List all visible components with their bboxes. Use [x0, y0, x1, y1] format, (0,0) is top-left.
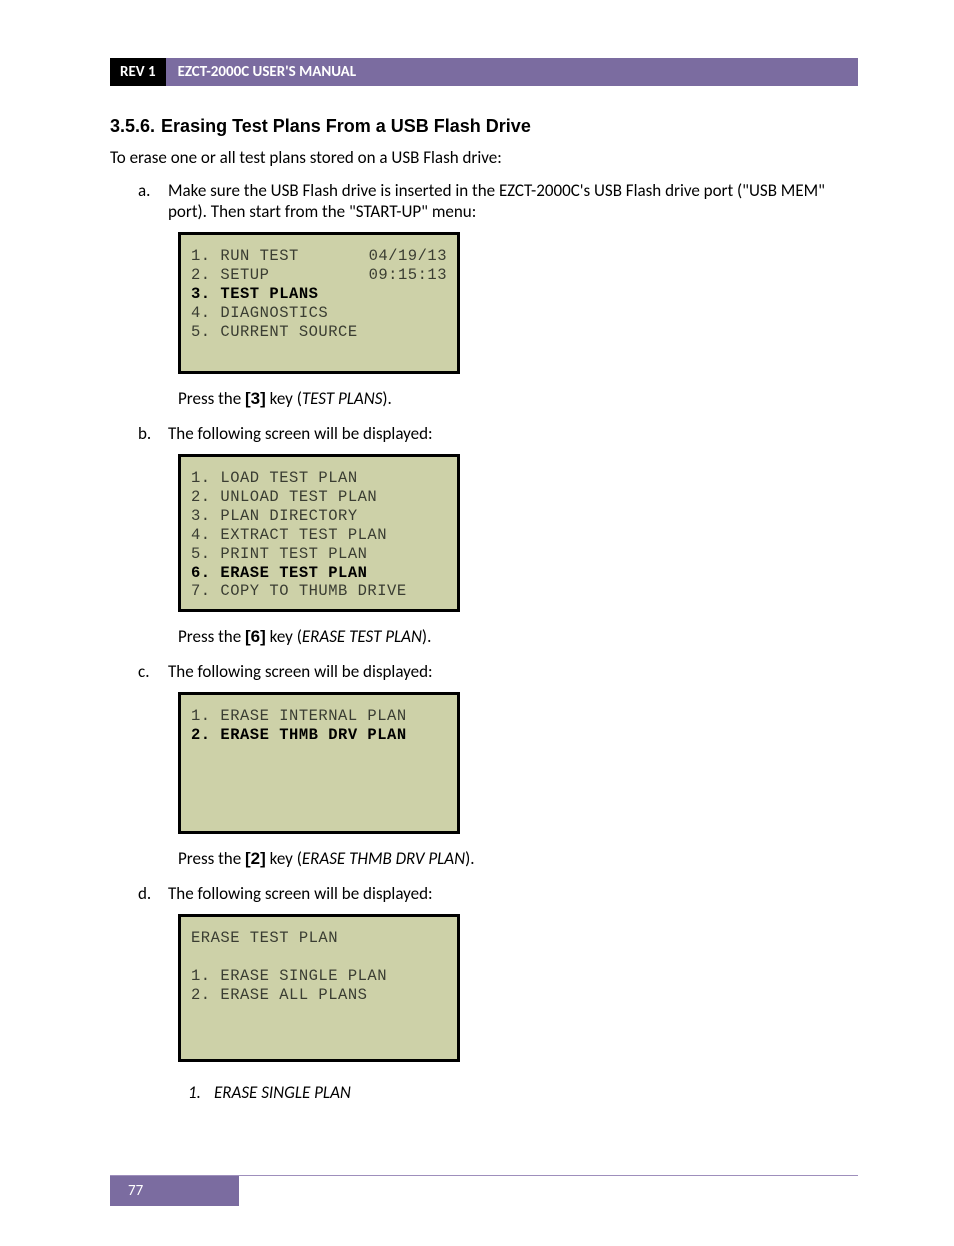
step-b: b. The following screen will be displaye…: [138, 423, 858, 444]
lcd-line: 5. CURRENT SOURCE: [191, 323, 447, 342]
lcd-line: 5. PRINT TEST PLAN: [191, 545, 447, 564]
lcd-line-selected: 6. ERASE TEST PLAN: [191, 564, 447, 583]
step-body: The following screen will be displayed:: [168, 661, 858, 682]
step-body: The following screen will be displayed:: [168, 883, 858, 904]
sub-step-number: 1.: [188, 1082, 214, 1103]
lcd-line: 3. PLAN DIRECTORY: [191, 507, 447, 526]
lcd-line: 1. LOAD TEST PLAN: [191, 469, 447, 488]
lcd-date: 04/19/13: [369, 247, 447, 266]
lcd-line: 1. ERASE SINGLE PLAN: [191, 967, 447, 986]
step-letter: c.: [138, 661, 168, 682]
menu-reference: ERASE TEST PLAN: [302, 626, 422, 647]
key-label: [2]: [245, 849, 266, 868]
lcd-screen-erase-source: 1. ERASE INTERNAL PLAN 2. ERASE THMB DRV…: [178, 692, 460, 834]
lcd-screen-erase-plan: ERASE TEST PLAN 1. ERASE SINGLE PLAN 2. …: [178, 914, 460, 1062]
press-instruction: Press the [2] key (ERASE THMB DRV PLAN).: [178, 848, 858, 869]
manual-title: EZCT-2000C USER'S MANUAL: [166, 58, 858, 86]
lcd-line: 4. DIAGNOSTICS: [191, 304, 447, 323]
lcd-line-selected: 3. TEST PLANS: [191, 285, 447, 304]
lcd-line: 2. SETUP: [191, 266, 369, 285]
lcd-line: 2. UNLOAD TEST PLAN: [191, 488, 447, 507]
menu-reference: ERASE THMB DRV PLAN: [302, 848, 465, 869]
press-instruction: Press the [3] key (TEST PLANS).: [178, 388, 858, 409]
lcd-line: 2. ERASE ALL PLANS: [191, 986, 447, 1005]
press-instruction: Press the [6] key (ERASE TEST PLAN).: [178, 626, 858, 647]
section-heading: 3.5.6. Erasing Test Plans From a USB Fla…: [110, 116, 858, 137]
section-title: Erasing Test Plans From a USB Flash Driv…: [161, 116, 531, 137]
lcd-line: 1. ERASE INTERNAL PLAN: [191, 707, 447, 726]
lcd-screen-testplans: 1. LOAD TEST PLAN 2. UNLOAD TEST PLAN 3.…: [178, 454, 460, 612]
sub-step-1: 1. ERASE SINGLE PLAN: [188, 1082, 858, 1103]
lcd-line: 7. COPY TO THUMB DRIVE: [191, 582, 447, 601]
intro-text: To erase one or all test plans stored on…: [110, 147, 858, 168]
step-a: a. Make sure the USB Flash drive is inse…: [138, 180, 858, 222]
lcd-line: 1. RUN TEST: [191, 247, 369, 266]
page-footer: 77: [110, 1175, 858, 1206]
page-number: 77: [110, 1176, 239, 1206]
step-body: Make sure the USB Flash drive is inserte…: [168, 180, 858, 222]
key-label: [3]: [245, 389, 266, 408]
header-bar: REV 1 EZCT-2000C USER'S MANUAL: [110, 58, 858, 86]
step-letter: d.: [138, 883, 168, 904]
step-letter: a.: [138, 180, 168, 222]
lcd-time: 09:15:13: [369, 266, 447, 285]
step-d: d. The following screen will be displaye…: [138, 883, 858, 904]
menu-reference: TEST PLANS: [302, 388, 383, 409]
lcd-line-selected: 2. ERASE THMB DRV PLAN: [191, 726, 447, 745]
lcd-title-line: ERASE TEST PLAN: [191, 929, 447, 948]
document-page: REV 1 EZCT-2000C USER'S MANUAL 3.5.6. Er…: [0, 0, 954, 1246]
key-label: [6]: [245, 627, 266, 646]
sub-step-text: ERASE SINGLE PLAN: [214, 1082, 351, 1103]
lcd-screen-startup: 1. RUN TEST04/19/13 2. SETUP09:15:13 3. …: [178, 232, 460, 374]
step-letter: b.: [138, 423, 168, 444]
lcd-line: 4. EXTRACT TEST PLAN: [191, 526, 447, 545]
step-body: The following screen will be displayed:: [168, 423, 858, 444]
revision-badge: REV 1: [110, 58, 166, 86]
step-c: c. The following screen will be displaye…: [138, 661, 858, 682]
section-number: 3.5.6.: [110, 116, 155, 137]
